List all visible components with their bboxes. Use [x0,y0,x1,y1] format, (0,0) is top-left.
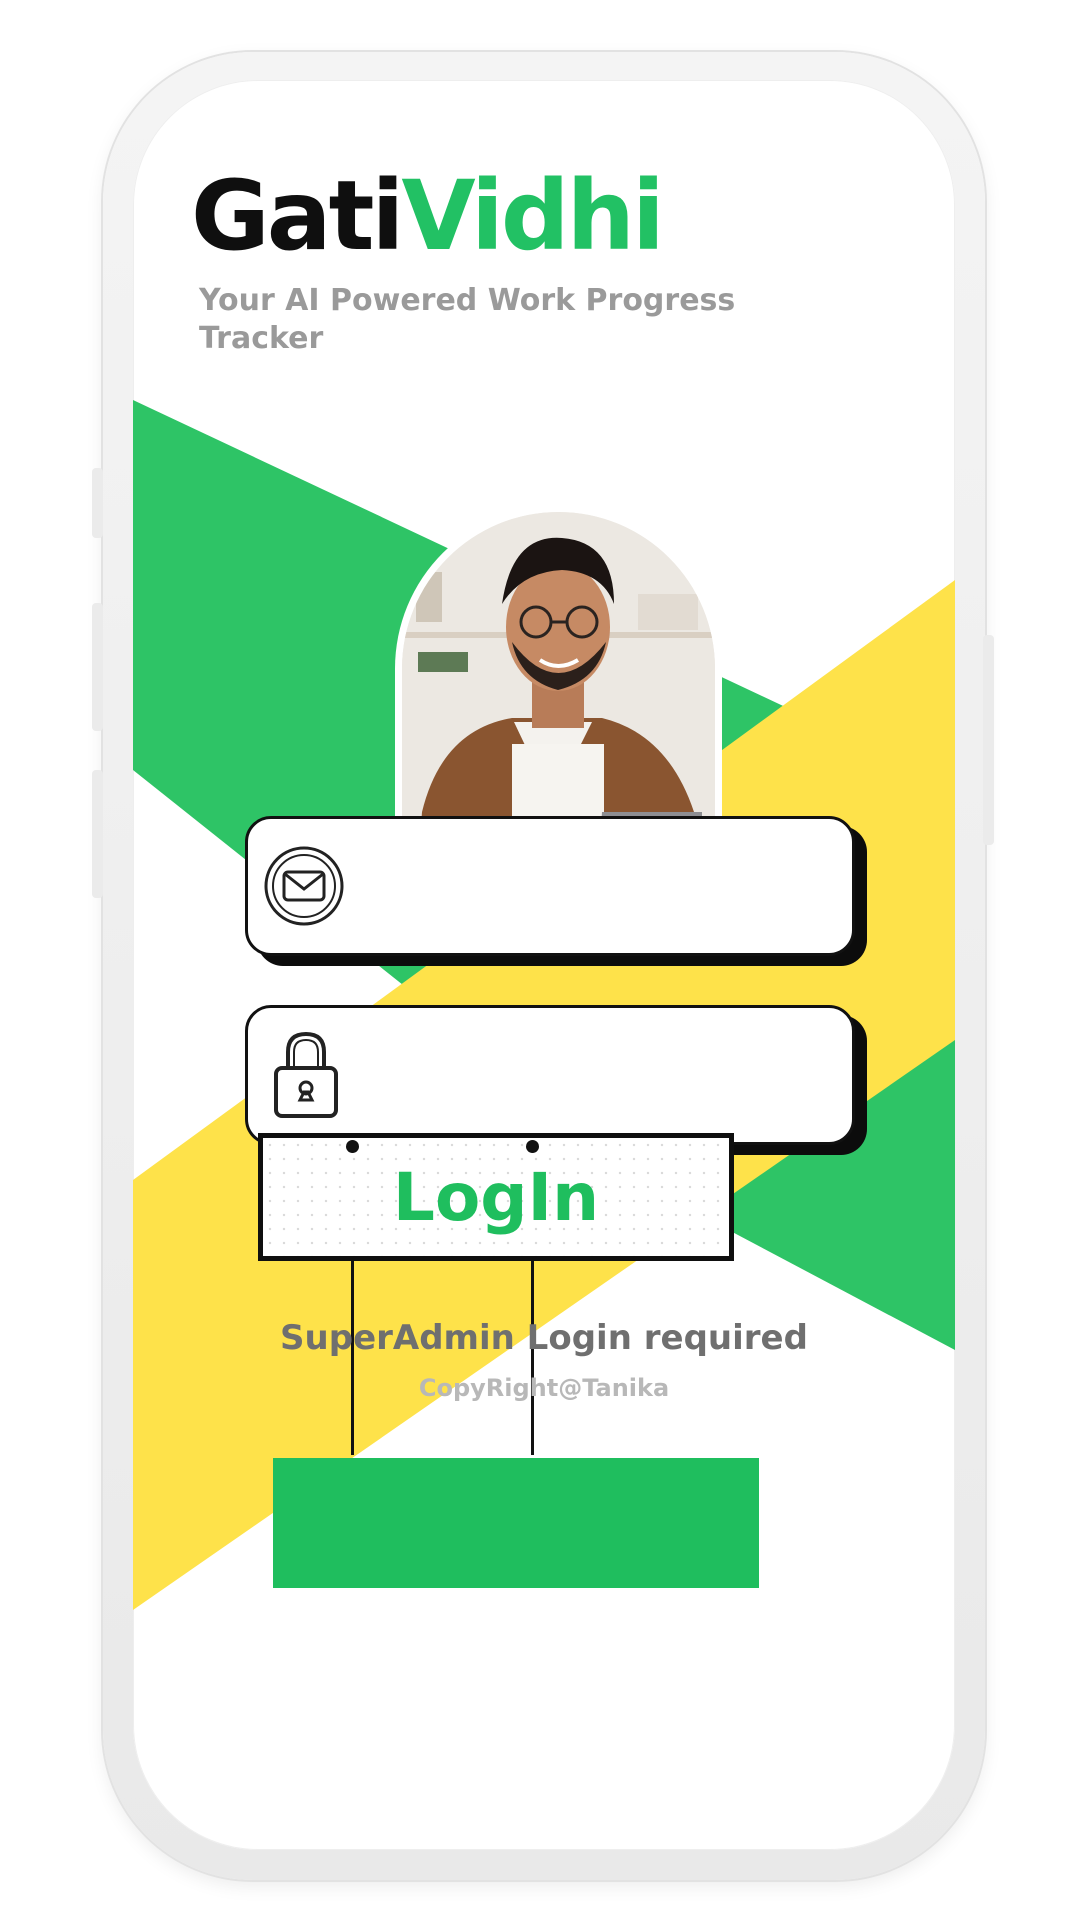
logo-part-gati: Gati [191,160,404,272]
phone-side-button [92,468,103,538]
password-input[interactable] [368,1038,822,1110]
email-input[interactable] [368,849,822,921]
logo-part-vidhi: Vidhi [401,160,664,272]
copyright-text: CopyRight@Tanika [418,1374,670,1402]
mail-icon [264,846,344,926]
login-requirement-note: SuperAdmin Login required [280,1318,808,1358]
app-logo: GatiVidhi [191,168,665,264]
email-field[interactable] [245,816,855,956]
lock-icon [274,1031,338,1118]
app-tagline: Your AI Powered Work Progress Tracker [199,283,736,356]
phone-power-button [983,635,994,845]
login-button[interactable]: LogIn [258,1133,734,1261]
password-field[interactable] [245,1005,855,1145]
screen: GatiVidhi Your AI Powered Work Progress … [133,80,955,1850]
login-button-shadow [273,1458,759,1588]
phone-volume-up-button [92,603,103,731]
phone-volume-down-button [92,770,103,898]
wire-pin-left [346,1140,359,1153]
wire-pin-right [526,1140,539,1153]
